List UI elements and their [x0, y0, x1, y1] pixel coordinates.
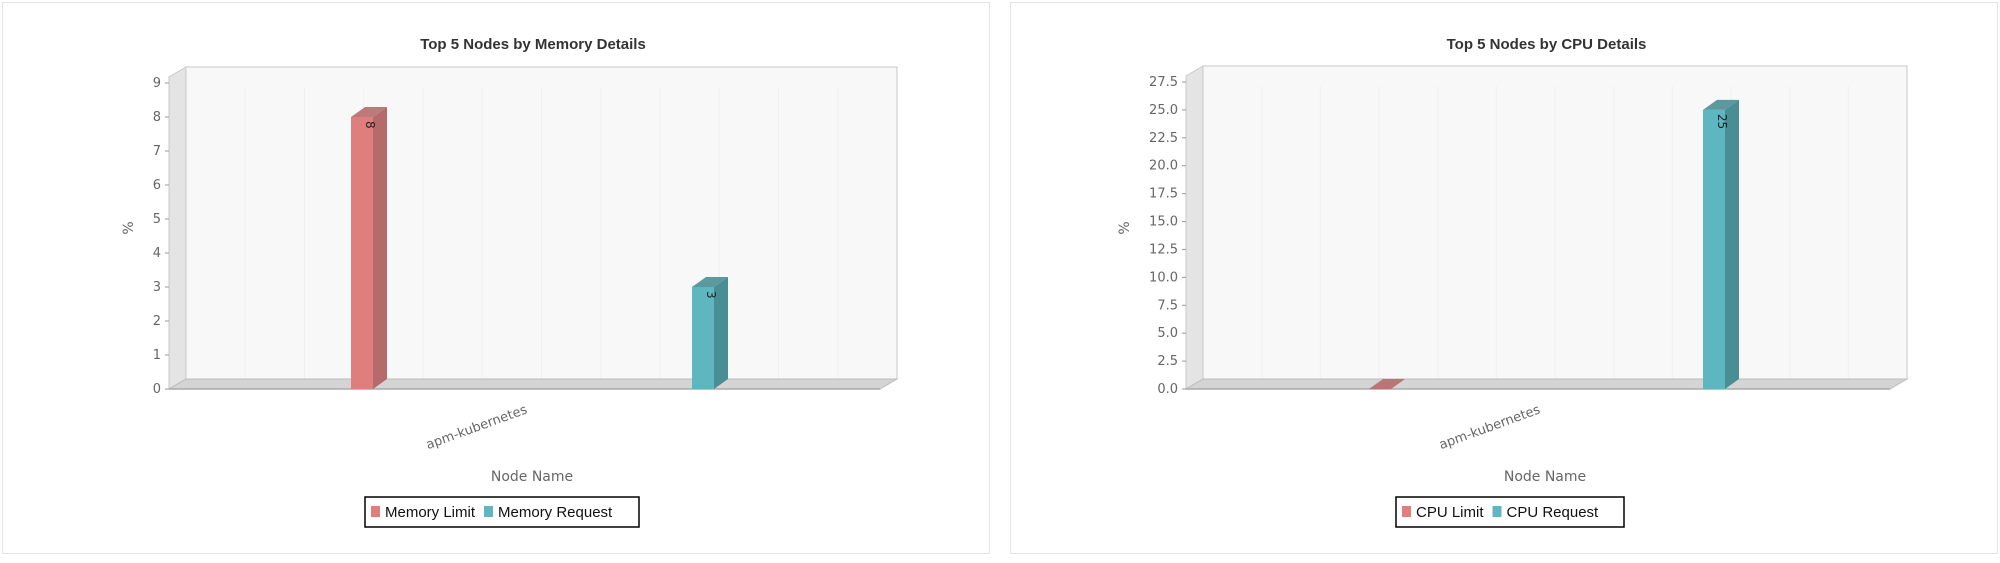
bar — [351, 117, 373, 389]
bar-side — [1725, 99, 1739, 389]
bar — [692, 287, 714, 389]
category-label: apm-kubernetes — [1437, 402, 1542, 453]
memory-chart-panel: Top 5 Nodes by Memory Details 0 1 2 3 4 5 6 7 8 9%… — [2, 2, 990, 554]
floor — [1184, 378, 1909, 390]
y-tick-label: 12.5 — [1149, 242, 1178, 257]
y-tick-label: 1 — [153, 348, 161, 363]
bar-side — [373, 107, 387, 389]
y-tick-label: 22.5 — [1149, 131, 1178, 146]
side-wall — [1185, 65, 1204, 390]
y-tick-label: 0 — [153, 382, 161, 397]
y-tick-label: 6 — [153, 178, 161, 193]
legend-label: CPU Request — [1507, 504, 1600, 521]
cpu-chart-panel: Top 5 Nodes by CPU Details 0.0 2.5 5.0 7.5 10… — [1010, 2, 1998, 554]
x-axis-label: Node Name — [491, 469, 573, 485]
y-tick-label: 27.5 — [1149, 75, 1178, 90]
x-axis-label: Node Name — [1504, 469, 1586, 485]
y-tick-label: 3 — [153, 280, 161, 295]
memory-chart: Top 5 Nodes by Memory Details 0 1 2 3 4 5 6 7 8 9%… — [121, 36, 899, 528]
legend-swatch — [371, 506, 380, 517]
y-tick-label: 7 — [153, 144, 161, 159]
y-axis-label: % — [121, 221, 137, 234]
data-label: 8 — [363, 121, 377, 129]
chart-title: Top 5 Nodes by Memory Details — [420, 36, 646, 53]
side-wall — [168, 66, 187, 390]
chart-title: Top 5 Nodes by CPU Details — [1447, 36, 1647, 53]
legend-label: Memory Limit — [385, 504, 476, 521]
legend-swatch — [1492, 506, 1502, 517]
y-tick-label: 5.0 — [1157, 326, 1178, 341]
legend-swatch — [1402, 506, 1411, 517]
y-tick-label: 20.0 — [1149, 159, 1178, 174]
y-tick-label: 9 — [153, 76, 161, 91]
y-tick-label: 10.0 — [1149, 270, 1178, 285]
y-tick-label: 8 — [153, 110, 161, 125]
y-tick-label: 5 — [153, 212, 161, 227]
legend-label: Memory Request — [498, 504, 613, 521]
data-label: 3 — [704, 291, 718, 299]
floor — [167, 378, 899, 390]
y-axis-label: % — [1117, 221, 1133, 234]
cpu-chart: Top 5 Nodes by CPU Details 0.0 2.5 5.0 7.5 10… — [1117, 36, 1909, 528]
category-label: apm-kubernetes — [424, 402, 529, 453]
y-tick-label: 4 — [153, 246, 161, 261]
y-tick-label: 2.5 — [1157, 354, 1178, 369]
y-tick-label: 15.0 — [1149, 215, 1178, 230]
y-tick-label: 25.0 — [1149, 103, 1178, 118]
bar — [1703, 109, 1725, 389]
data-label: 25 — [1715, 114, 1729, 129]
y-tick-label: 17.5 — [1149, 187, 1178, 202]
y-tick-label: 2 — [153, 314, 161, 329]
legend-swatch — [484, 506, 494, 517]
y-tick-label: 0.0 — [1157, 382, 1178, 397]
y-tick-label: 7.5 — [1157, 298, 1178, 313]
legend-label: CPU Limit — [1416, 504, 1484, 521]
